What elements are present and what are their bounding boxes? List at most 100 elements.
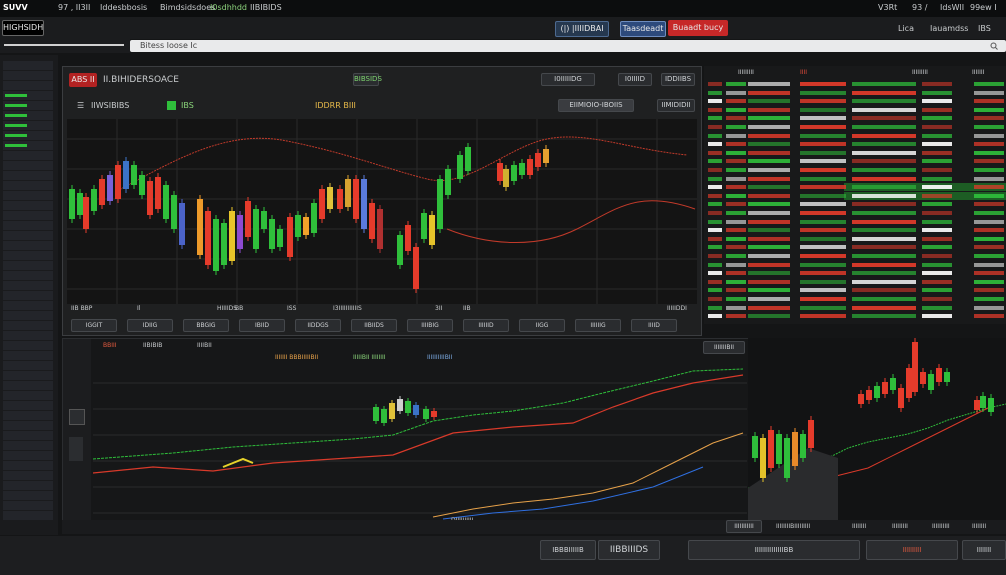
menu-item[interactable]: 97 , II3II: [58, 3, 90, 12]
sidebar-row[interactable]: [3, 121, 53, 131]
candlestick-chart[interactable]: [67, 119, 697, 304]
sidebar-row[interactable]: [3, 361, 53, 371]
sidebar-row[interactable]: [3, 291, 53, 301]
watchlist-row[interactable]: [704, 252, 1006, 260]
toolbar-button[interactable]: EIIMIOIO-IBOIIS: [558, 99, 634, 112]
candle[interactable]: [397, 235, 403, 265]
watchlist-row[interactable]: [704, 209, 1006, 217]
candle[interactable]: [83, 197, 89, 229]
candle[interactable]: [413, 405, 419, 415]
candle[interactable]: [808, 420, 814, 448]
watchlist-row[interactable]: [704, 89, 1006, 97]
sidebar-row[interactable]: [3, 241, 53, 251]
candle[interactable]: [345, 179, 351, 207]
candle[interactable]: [397, 399, 403, 411]
candle[interactable]: [77, 193, 83, 215]
watchlist-row[interactable]: [704, 295, 1006, 303]
candle[interactable]: [405, 401, 411, 413]
candle[interactable]: [197, 199, 203, 255]
watchlist-row[interactable]: [704, 175, 1006, 183]
candle[interactable]: [497, 163, 503, 181]
expand-icon[interactable]: [69, 409, 85, 425]
candle[interactable]: [261, 211, 267, 229]
candle[interactable]: [944, 372, 950, 382]
sidebar-row[interactable]: [3, 201, 53, 211]
watchlist-row[interactable]: [704, 123, 1006, 131]
toolbar-button[interactable]: IIMIDIDII: [657, 99, 695, 112]
candle[interactable]: [920, 372, 926, 384]
tab-right-label[interactable]: Lica: [898, 24, 914, 33]
candle[interactable]: [421, 213, 427, 239]
candle[interactable]: [253, 209, 259, 249]
sidebar-row[interactable]: [3, 81, 53, 91]
sidebar-row[interactable]: [3, 161, 53, 171]
bottom-button[interactable]: IBBBIIIIIB: [540, 540, 596, 560]
menu-item[interactable]: Iddesbbosis: [100, 3, 147, 12]
chart-tool-button[interactable]: IIIIIIG: [575, 319, 621, 332]
sidebar-row[interactable]: [3, 371, 53, 381]
candle[interactable]: [221, 223, 227, 265]
candle[interactable]: [295, 215, 301, 237]
candle[interactable]: [527, 159, 533, 175]
candle[interactable]: [337, 189, 343, 209]
watchlist-row[interactable]: [704, 312, 1006, 320]
watchlist-row[interactable]: [704, 261, 1006, 269]
candle[interactable]: [269, 219, 275, 249]
candle[interactable]: [361, 179, 367, 229]
sidebar-row[interactable]: [3, 511, 53, 521]
candle[interactable]: [205, 211, 211, 265]
sidebar-row[interactable]: [3, 351, 53, 361]
watchlist-row[interactable]: [704, 191, 1006, 200]
sidebar-row[interactable]: [3, 211, 53, 221]
sidebar-row[interactable]: [3, 311, 53, 321]
bottom-button[interactable]: IIIIIIIIIIIIIIBB: [688, 540, 860, 560]
candle[interactable]: [99, 179, 105, 205]
sidebar-row[interactable]: [3, 471, 53, 481]
watchlist-row[interactable]: [704, 80, 1006, 88]
candle[interactable]: [311, 203, 317, 233]
time-chip[interactable]: IIIIIIIIIII: [726, 520, 762, 533]
watchlist-row[interactable]: [704, 166, 1006, 174]
mini-candlestick-chart[interactable]: [748, 338, 1006, 520]
candle[interactable]: [107, 175, 113, 201]
watchlist-row[interactable]: [704, 140, 1006, 148]
chart-tool-button[interactable]: IBIID: [239, 319, 285, 332]
bottom-button[interactable]: IIBBIIIDS: [598, 540, 660, 560]
watchlist-row[interactable]: [704, 97, 1006, 105]
bottom-button[interactable]: IIIIIIIII: [866, 540, 958, 560]
sidebar-row[interactable]: [3, 321, 53, 331]
candle[interactable]: [377, 209, 383, 249]
candle[interactable]: [776, 434, 782, 464]
sidebar-row[interactable]: [3, 481, 53, 491]
search-icon[interactable]: [990, 42, 998, 50]
sidebar-row[interactable]: [3, 231, 53, 241]
candle[interactable]: [431, 411, 437, 417]
candle[interactable]: [906, 368, 912, 398]
candle[interactable]: [768, 430, 774, 468]
candle[interactable]: [131, 165, 137, 185]
watchlist-row[interactable]: [704, 269, 1006, 277]
symbol-badge[interactable]: ABS II: [69, 73, 97, 87]
sidebar-row[interactable]: [3, 431, 53, 441]
candle[interactable]: [229, 211, 235, 261]
watchlist-row[interactable]: [704, 149, 1006, 157]
menu-icon[interactable]: ☰: [77, 101, 84, 110]
sidebar-row[interactable]: [3, 271, 53, 281]
sidebar-row[interactable]: [3, 401, 53, 411]
candle[interactable]: [163, 185, 169, 219]
candle[interactable]: [445, 169, 451, 195]
bottom-button[interactable]: IIIIIII: [962, 540, 1006, 560]
candle[interactable]: [369, 203, 375, 239]
candle[interactable]: [413, 247, 419, 289]
candle[interactable]: [437, 179, 443, 229]
candle[interactable]: [245, 201, 251, 237]
candle[interactable]: [373, 407, 379, 421]
tab-right-label[interactable]: IBS: [978, 24, 991, 33]
toolbar-button[interactable]: I0IIIIIDG: [541, 73, 595, 86]
sidebar-row[interactable]: [3, 491, 53, 501]
address-bar[interactable]: Bitess Ioose Ic: [130, 40, 1006, 52]
sidebar-row[interactable]: [3, 451, 53, 461]
candle[interactable]: [213, 219, 219, 271]
sidebar-row[interactable]: [3, 111, 53, 121]
watchlist-row[interactable]: [704, 304, 1006, 312]
